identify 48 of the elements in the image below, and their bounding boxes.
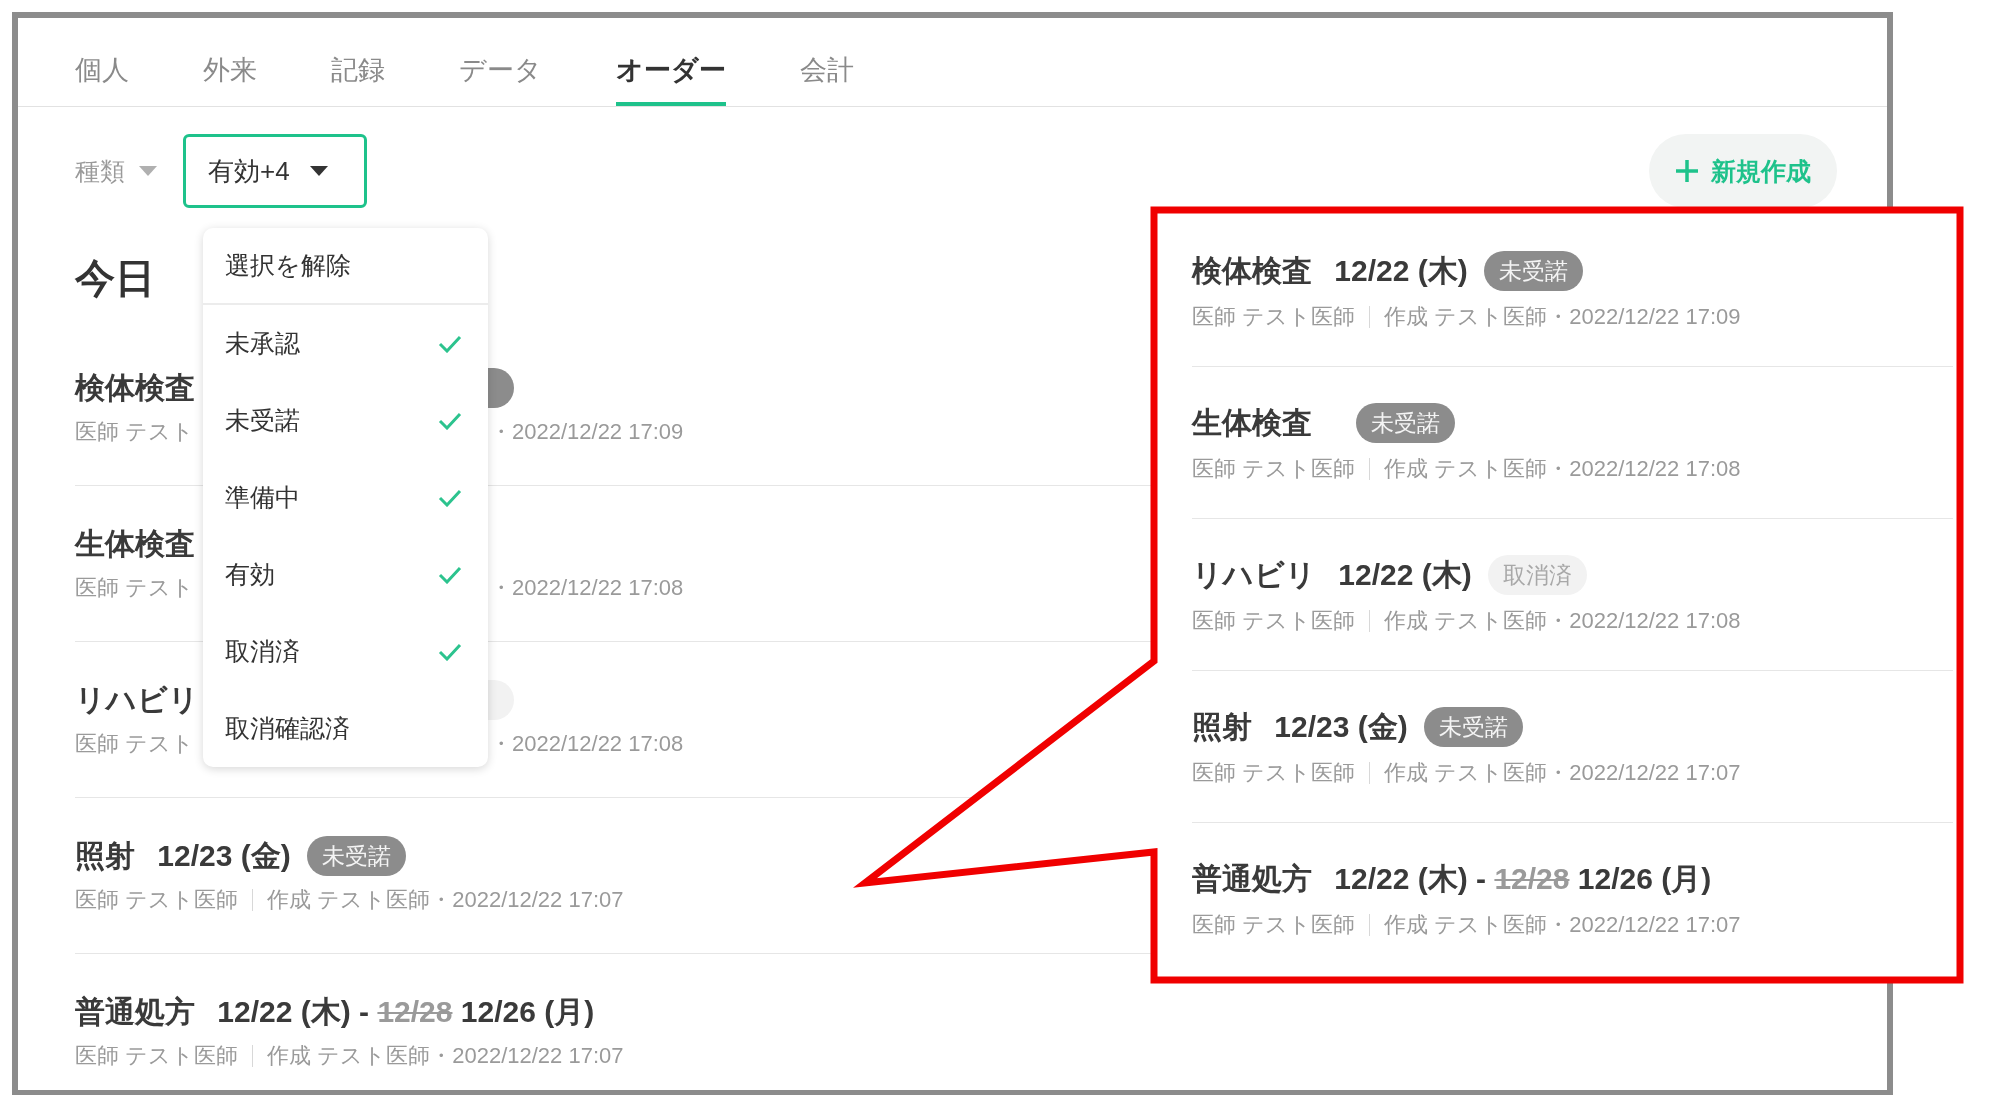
order-title: 検体検査 12/22 (木): [1192, 253, 1468, 289]
doctor-text: 医師 テスト医師: [75, 886, 239, 914]
doctor-text: 医師 テスト医師: [1192, 455, 1356, 483]
created-text: 作成 テスト医師・2022/12/22 17:09: [1384, 303, 1741, 331]
status-badge: 未受諾: [1483, 251, 1583, 291]
created-text: ・2022/12/22 17:08: [490, 574, 684, 602]
status-badge: 未受諾: [1356, 403, 1455, 443]
order-title: リハビリ: [75, 682, 200, 718]
created-text: 作成 テスト医師・2022/12/22 17:08: [1384, 455, 1741, 483]
doctor-text: 医師 テスト: [75, 418, 195, 446]
created-text: 作成 テスト医師・2022/12/22 17:08: [1384, 607, 1741, 635]
order-title: 検体検査: [75, 370, 196, 406]
doctor-text: 医師 テスト医師: [1192, 607, 1356, 635]
order-title: 生体検査: [1192, 405, 1313, 441]
order-title: 普通処方 12/22 (木) - 12/28 12/26 (月): [1192, 861, 1712, 897]
order-title: 照射 12/23 (金): [1192, 709, 1408, 745]
doctor-text: 医師 テスト: [75, 730, 195, 758]
status-option[interactable]: 未受諾: [203, 382, 488, 459]
status-option[interactable]: 取消確認済: [203, 690, 488, 767]
section-heading: 今日: [75, 255, 155, 302]
status-badge: 取消済: [1487, 555, 1587, 595]
created-text: 作成 テスト医師・2022/12/22 17:07: [267, 1042, 624, 1070]
caret-icon: [139, 166, 157, 176]
doctor-text: 医師 テスト: [75, 574, 195, 602]
created-text: ・2022/12/22 17:08: [490, 730, 684, 758]
created-text: 作成 テスト医師・2022/12/22 17:07: [267, 886, 624, 914]
status-option[interactable]: 準備中: [203, 459, 488, 536]
status-filter[interactable]: 有効+4: [183, 134, 367, 208]
doctor-text: 医師 テスト医師: [1192, 759, 1356, 787]
created-text: 作成 テスト医師・2022/12/22 17:07: [1384, 759, 1741, 787]
status-option[interactable]: 未承認: [203, 305, 488, 382]
status-option[interactable]: 有効: [203, 536, 488, 613]
clear-selection-item[interactable]: 選択を解除: [203, 228, 488, 305]
status-badge: 未受諾: [306, 836, 406, 876]
order-title: 普通処方 12/22 (木) - 12/28 12/26 (月): [75, 994, 595, 1030]
created-text: ・2022/12/22 17:09: [490, 418, 684, 446]
doctor-text: 医師 テスト医師: [1192, 911, 1356, 939]
order-title: 照射 12/23 (金): [75, 838, 291, 874]
tab[interactable]: オーダー: [616, 18, 726, 106]
order-title: 生体検査: [75, 526, 196, 562]
created-text: 作成 テスト医師・2022/12/22 17:07: [1384, 911, 1741, 939]
plus-icon: [1675, 159, 1699, 183]
status-badge: 未受諾: [1423, 707, 1523, 747]
doctor-text: 医師 テスト医師: [75, 1042, 239, 1070]
order-title: リハビリ 12/22 (木): [1192, 557, 1472, 593]
caret-icon: [309, 166, 328, 176]
status-option[interactable]: 取消済: [203, 613, 488, 690]
doctor-text: 医師 テスト医師: [1192, 303, 1356, 331]
